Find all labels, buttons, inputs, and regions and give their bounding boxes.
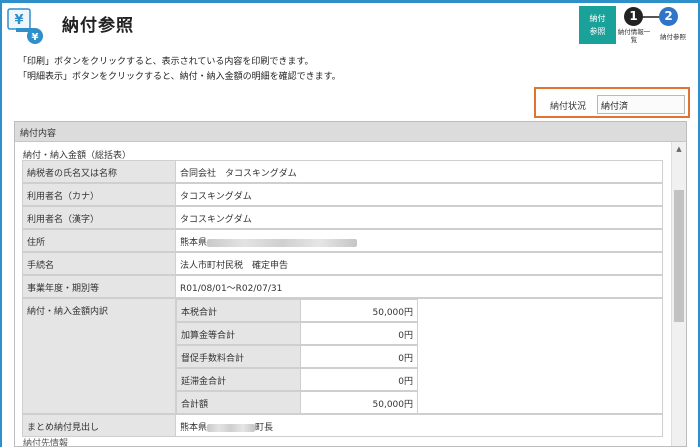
row-label: 住所 [22,229,176,252]
row-label: 手続名 [22,252,176,275]
step-1-circle[interactable]: 1 [624,7,643,26]
breakdown-item-label: 本税合計 [176,299,301,322]
panel-header: 納付内容 [15,122,686,142]
breakdown-item-label: 督促手数料合計 [176,345,301,368]
window-left-border [0,0,2,447]
scroll-up-icon[interactable]: ▲ [672,142,686,156]
page-title: 納付参照 [62,16,134,36]
redacted-address [207,238,358,247]
payment-content-panel[interactable]: 納付内容 納付・納入金額（総括表） 納税者の氏名又は名称 合同会社 タコスキング… [14,121,687,447]
row-label: 事業年度・期別等 [22,275,176,298]
breakdown-item-value: 50,000円 [301,391,418,414]
row-value: R01/08/01～R02/07/31 [176,275,663,298]
row-value-summary: 熊本県 町長 [176,414,663,437]
svg-text:¥: ¥ [32,32,39,43]
breakdown-item-value: 50,000円 [301,299,418,322]
row-value: タコスキングダム [176,206,663,229]
step-current-label: 納付参照 [589,14,606,36]
step-2-circle: 2 [659,7,678,26]
step-indicator: 納付参照 1 2 納付情報一覧 納付参照 [579,6,695,44]
row-value: 合同会社 タコスキングダム [176,160,663,183]
tax-payment-logo-icon: ¥ ¥ [4,6,46,46]
step-current: 納付参照 [579,6,616,44]
breakdown-table: 本税合計 50,000円 加算金等合計 0円 督促手数料合計 0円 延滞金合計 … [176,298,663,414]
step-1-label[interactable]: 納付情報一覧 [617,28,651,44]
step-2-label: 納付参照 [660,33,686,41]
row-label: 利用者名（漢字） [22,206,176,229]
breakdown-item-value: 0円 [301,322,418,345]
redacted-municipality [207,423,256,432]
window-top-border [0,0,700,3]
row-label: 納税者の氏名又は名称 [22,160,176,183]
row-value-address: 熊本県 [176,229,663,252]
breakdown-item-label: 加算金等合計 [176,322,301,345]
row-label: まとめ納付見出し [22,414,176,437]
breakdown-item-value: 0円 [301,368,418,391]
address-prefecture: 熊本県 [180,238,208,248]
payment-status-value: 納付済 [597,95,685,114]
breakdown-item-label: 合計額 [176,391,301,414]
row-label: 利用者名（カナ） [22,183,176,206]
breakdown-item-label: 延滞金合計 [176,368,301,391]
instruction-detail: 「明細表示」ボタンをクリックすると、納付・納入金額の明細を確認できます。 [18,72,341,82]
svg-text:¥: ¥ [14,13,23,28]
payment-status-box: 納付状況 納付済 [534,87,690,118]
breakdown-item-value: 0円 [301,345,418,368]
scroll-thumb[interactable] [674,190,684,322]
summary-prefix: 熊本県 [180,423,208,433]
breakdown-label: 納付・納入金額内訳 [22,298,176,414]
panel-scrollbar[interactable]: ▲ [671,142,686,446]
payment-status-label: 納付状況 [550,102,587,112]
instruction-print: 「印刷」ボタンをクリックすると、表示されている内容を印刷できます。 [18,57,314,67]
row-value: タコスキングダム [176,183,663,206]
summary-suffix: 町長 [255,423,274,433]
next-section-title: 納付先情報 [23,439,69,447]
row-value: 法人市町村民税 確定申告 [176,252,663,275]
